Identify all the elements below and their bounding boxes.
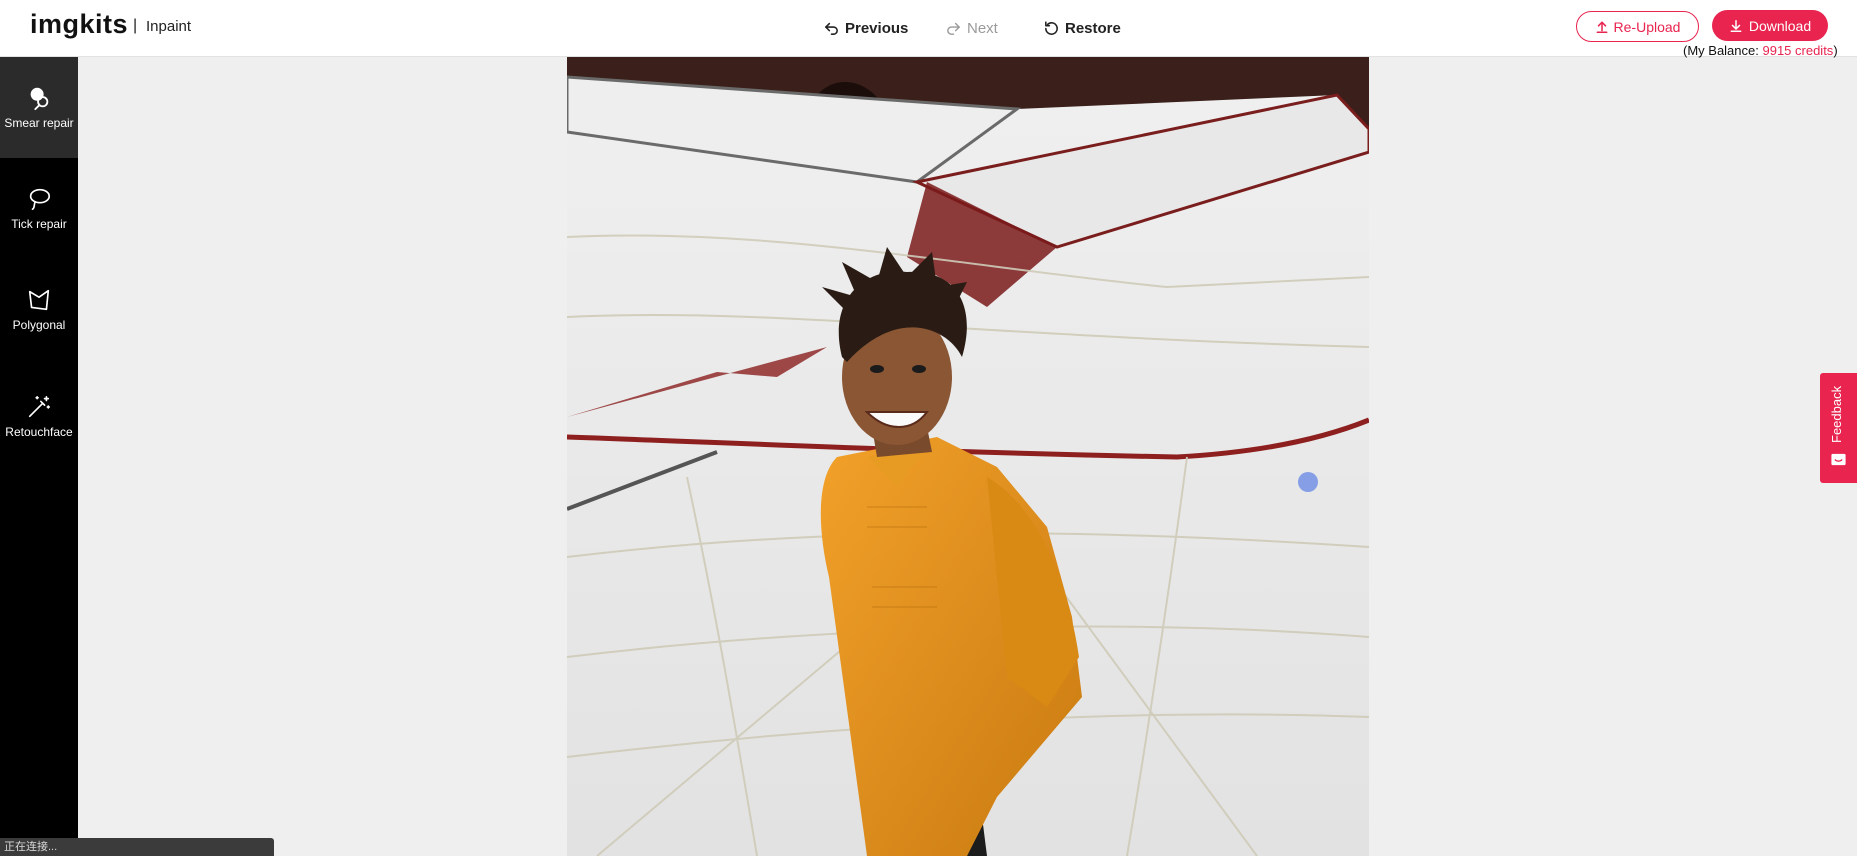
- next-button[interactable]: Next: [945, 17, 998, 39]
- app-name: Inpaint: [146, 18, 192, 35]
- smear-brush-icon: [30, 87, 49, 111]
- balance-prefix: (My Balance:: [1683, 43, 1763, 58]
- undo-icon: [825, 22, 838, 35]
- restore-icon: [1045, 20, 1058, 35]
- feedback-label: Feedback: [1829, 385, 1844, 443]
- download-icon: [1730, 19, 1742, 32]
- tool-sidebar: Smear repair Tick repair Polygonal Retou…: [0, 57, 78, 856]
- tool-smear-repair[interactable]: Smear repair: [0, 57, 78, 158]
- restore-label: Restore: [1065, 19, 1121, 37]
- status-bar: 正在连接...: [0, 838, 274, 856]
- polygon-icon: [28, 289, 50, 311]
- imgkits-logo[interactable]: imgkits: [30, 9, 128, 40]
- tool-polygonal[interactable]: Polygonal: [0, 259, 78, 360]
- feedback-icon: [1831, 453, 1846, 466]
- lasso-icon: [29, 188, 51, 211]
- photo-boy-in-front-of-tent: [567, 57, 1369, 856]
- redo-icon: [947, 22, 960, 35]
- reupload-label: Re-Upload: [1613, 18, 1681, 35]
- tool-label: Retouchface: [5, 425, 73, 439]
- download-label: Download: [1748, 17, 1812, 34]
- balance-credits: 9915 credits: [1762, 43, 1834, 58]
- previous-label: Previous: [845, 19, 909, 37]
- reupload-button[interactable]: Re-Upload: [1576, 11, 1699, 42]
- tool-label: Polygonal: [12, 318, 66, 332]
- balance-display: (My Balance: 9915 credits): [1683, 43, 1838, 58]
- editing-canvas-image[interactable]: [567, 57, 1369, 856]
- previous-button[interactable]: Previous: [823, 17, 908, 39]
- download-button[interactable]: Download: [1712, 10, 1828, 41]
- feedback-tab[interactable]: Feedback: [1820, 373, 1857, 483]
- upload-icon: [1596, 21, 1607, 33]
- restore-button[interactable]: Restore: [1043, 17, 1121, 39]
- tool-retouchface[interactable]: Retouchface: [0, 366, 78, 467]
- tool-label: Smear repair: [4, 116, 74, 130]
- title-separator: |: [133, 17, 138, 34]
- next-label: Next: [967, 19, 998, 37]
- balance-suffix: ): [1833, 43, 1838, 58]
- top-bar: imgkits | Inpaint Previous Next Restore …: [0, 0, 1857, 57]
- tool-tick-repair[interactable]: Tick repair: [0, 158, 78, 259]
- magic-wand-icon: [28, 395, 51, 418]
- tool-label: Tick repair: [11, 217, 67, 231]
